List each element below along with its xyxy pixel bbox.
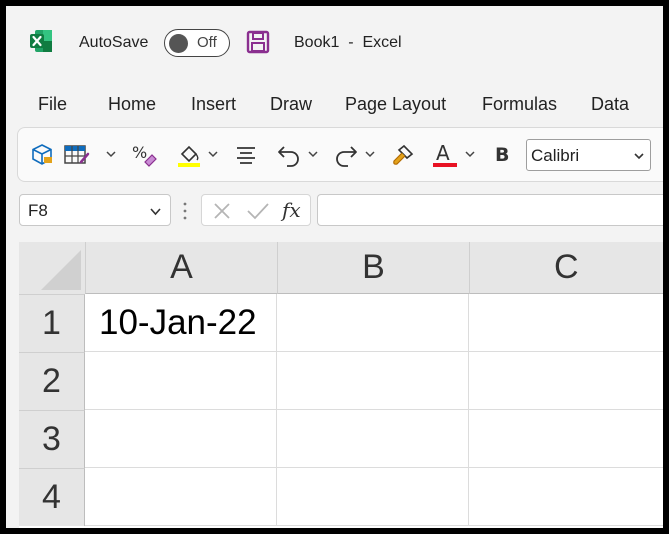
save-icon[interactable] <box>246 30 270 54</box>
ribbon-toolbar: % A B Calibri <box>17 127 663 182</box>
cancel-icon[interactable] <box>212 201 232 221</box>
select-all-corner[interactable] <box>19 242 85 294</box>
menu-formulas[interactable]: Formulas <box>482 94 557 115</box>
fill-color-icon[interactable] <box>176 141 202 169</box>
autosave-label: AutoSave <box>79 34 149 51</box>
cell-c4[interactable] <box>469 468 663 526</box>
menu-bar: File Home Insert Draw Page Layout Formul… <box>6 88 663 120</box>
insert-function-button[interactable]: fx <box>282 198 301 222</box>
spreadsheet-grid: A B C 1 2 3 4 10-Jan-22 <box>19 242 663 528</box>
font-color-icon[interactable]: A <box>431 141 459 169</box>
column-header-a[interactable]: A <box>85 242 277 294</box>
percent-style-icon[interactable]: % <box>130 141 158 169</box>
cell-b1[interactable] <box>277 294 469 352</box>
autosave-state: Off <box>197 34 217 51</box>
toggle-knob <box>169 33 188 53</box>
chevron-down-icon[interactable] <box>364 148 376 160</box>
redo-icon[interactable] <box>333 141 359 169</box>
cell-b3[interactable] <box>277 410 469 468</box>
formula-input[interactable] <box>317 194 663 226</box>
row-header-2[interactable]: 2 <box>19 352 85 410</box>
chevron-down-icon[interactable] <box>149 205 162 218</box>
cell-a2[interactable] <box>85 352 277 410</box>
undo-icon[interactable] <box>276 141 302 169</box>
menu-file[interactable]: File <box>38 94 67 115</box>
row-header-4[interactable]: 4 <box>19 468 85 526</box>
cell-b2[interactable] <box>277 352 469 410</box>
row-header-3[interactable]: 3 <box>19 410 85 468</box>
svg-text:%: % <box>132 143 147 162</box>
document-title: Book1 - Excel <box>294 34 402 51</box>
autosave-toggle[interactable]: Off <box>164 29 230 57</box>
name-box-value: F8 <box>28 201 48 220</box>
chevron-down-icon[interactable] <box>464 148 476 160</box>
select-all-triangle-icon <box>41 250 81 290</box>
font-name-value: Calibri <box>531 146 580 165</box>
column-header-b[interactable]: B <box>277 242 469 294</box>
font-name-select[interactable]: Calibri <box>526 139 651 171</box>
formula-buttons: fx <box>201 194 311 226</box>
svg-text:A: A <box>436 141 450 165</box>
cell-c3[interactable] <box>469 410 663 468</box>
chevron-down-icon[interactable] <box>207 148 219 160</box>
menu-home[interactable]: Home <box>108 94 156 115</box>
cell-a4[interactable] <box>85 468 277 526</box>
bold-button[interactable]: B <box>495 144 509 166</box>
excel-logo-icon[interactable] <box>28 28 54 54</box>
cell-a1[interactable]: 10-Jan-22 <box>85 294 277 352</box>
title-bar: AutoSave Off Book1 - Excel <box>6 6 663 78</box>
format-table-icon[interactable] <box>63 141 91 169</box>
align-center-icon[interactable] <box>234 141 258 169</box>
cell-b4[interactable] <box>277 468 469 526</box>
format-painter-icon[interactable] <box>390 141 416 169</box>
cell-c2[interactable] <box>469 352 663 410</box>
more-options-icon[interactable] <box>183 201 187 221</box>
chevron-down-icon[interactable] <box>105 148 117 160</box>
menu-page-layout[interactable]: Page Layout <box>345 94 446 115</box>
excel-window: AutoSave Off Book1 - Excel File Home Ins… <box>6 6 663 528</box>
insert-object-icon[interactable] <box>29 141 55 169</box>
menu-data[interactable]: Data <box>591 94 629 115</box>
chevron-down-icon[interactable] <box>633 150 645 162</box>
name-box[interactable]: F8 <box>19 194 171 226</box>
cell-a3[interactable] <box>85 410 277 468</box>
menu-insert[interactable]: Insert <box>191 94 236 115</box>
row-header-1[interactable]: 1 <box>19 294 85 352</box>
column-header-c[interactable]: C <box>469 242 663 294</box>
enter-check-icon[interactable] <box>246 201 270 221</box>
menu-draw[interactable]: Draw <box>270 94 312 115</box>
cell-c1[interactable] <box>469 294 663 352</box>
chevron-down-icon[interactable] <box>307 148 319 160</box>
